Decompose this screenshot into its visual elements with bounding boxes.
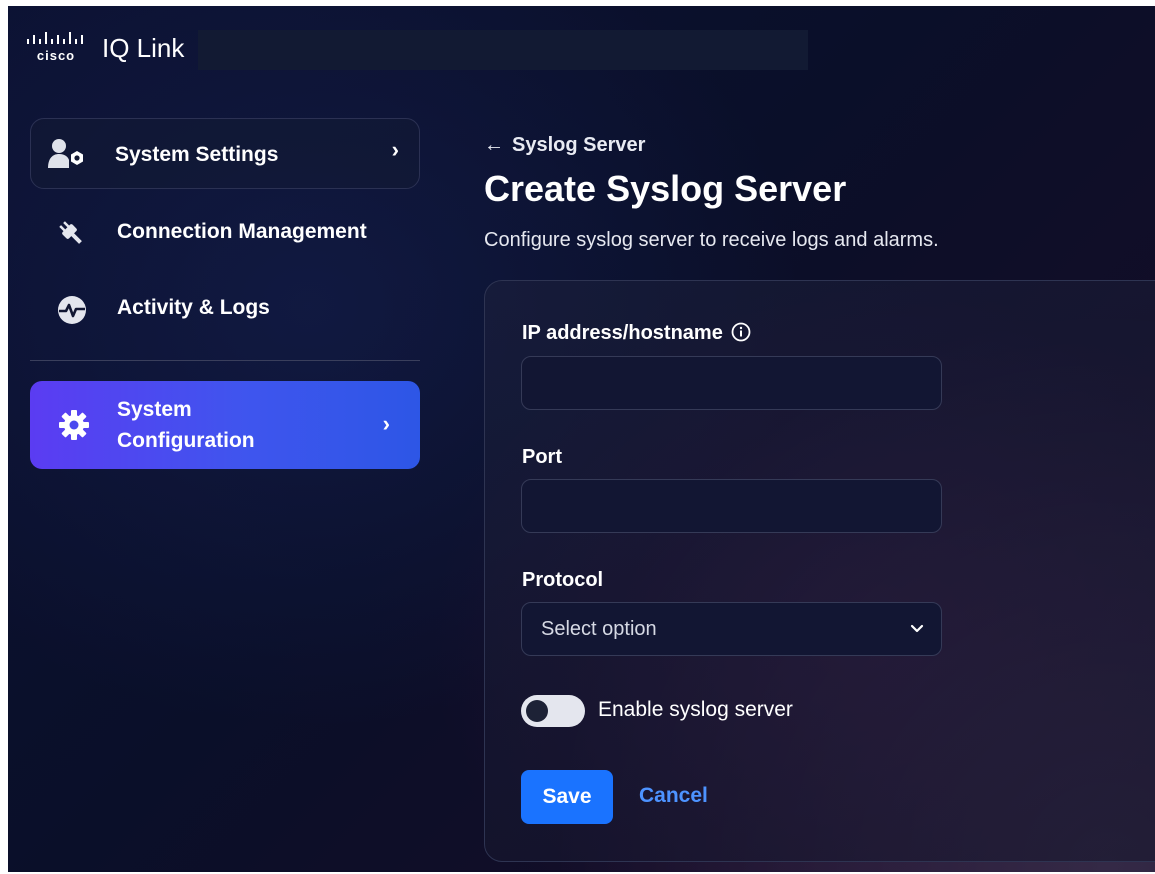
- save-button[interactable]: Save: [521, 770, 613, 824]
- protocol-field-label: Protocol: [522, 569, 604, 591]
- sidebar-item-label: Activity & Logs: [117, 296, 270, 319]
- enable-syslog-label: Enable syslog server: [598, 698, 793, 721]
- redacted-region: [198, 30, 808, 70]
- page-title: Create Syslog Server: [484, 168, 847, 209]
- protocol-select[interactable]: Select option: [521, 602, 942, 656]
- sidebar-item-label-line1: System: [117, 398, 192, 421]
- app-name: IQ Link: [102, 33, 185, 63]
- arrow-left-icon: ←: [484, 134, 504, 156]
- plug-icon: [56, 218, 88, 250]
- port-field-label: Port: [522, 446, 562, 468]
- cisco-wordmark: cisco: [36, 48, 76, 63]
- sidebar-item-label: Connection Management: [117, 220, 367, 243]
- activity-pulse-icon: [56, 294, 88, 326]
- port-input[interactable]: [521, 479, 942, 533]
- chevron-down-icon: [909, 621, 925, 642]
- sidebar-divider: [30, 360, 420, 361]
- chevron-right-icon: ›: [382, 411, 390, 436]
- toggle-knob: [526, 700, 548, 722]
- ip-field-label: IP address/hostname: [522, 322, 751, 348]
- ip-field-label-text: IP address/hostname: [522, 322, 723, 344]
- sidebar-item-label: System Settings: [115, 143, 279, 166]
- sidebar-item-system-configuration[interactable]: System Configuration ›: [30, 381, 420, 469]
- back-link-label: Syslog Server: [512, 134, 646, 156]
- cancel-button[interactable]: Cancel: [639, 784, 708, 808]
- sidebar-item-activity-logs[interactable]: Activity & Logs: [30, 278, 420, 340]
- back-link[interactable]: ← Syslog Server: [484, 134, 645, 157]
- enable-syslog-toggle[interactable]: [521, 695, 585, 727]
- info-icon[interactable]: [731, 322, 751, 348]
- user-gear-icon: [47, 137, 85, 171]
- page-subtitle: Configure syslog server to receive logs …: [484, 229, 939, 251]
- sidebar-item-connection-management[interactable]: Connection Management: [30, 202, 420, 264]
- cisco-logo: cisco: [24, 32, 86, 66]
- app-window: cisco IQ Link System Settings › Connecti…: [8, 6, 1155, 872]
- cisco-bars-icon: [27, 32, 83, 44]
- gear-icon: [58, 409, 90, 441]
- sidebar-item-system-settings[interactable]: System Settings ›: [30, 118, 420, 189]
- sidebar-item-label-line2: Configuration: [117, 429, 255, 452]
- protocol-select-value: Select option: [541, 617, 657, 640]
- chevron-right-icon: ›: [391, 137, 399, 162]
- ip-hostname-input[interactable]: [521, 356, 942, 410]
